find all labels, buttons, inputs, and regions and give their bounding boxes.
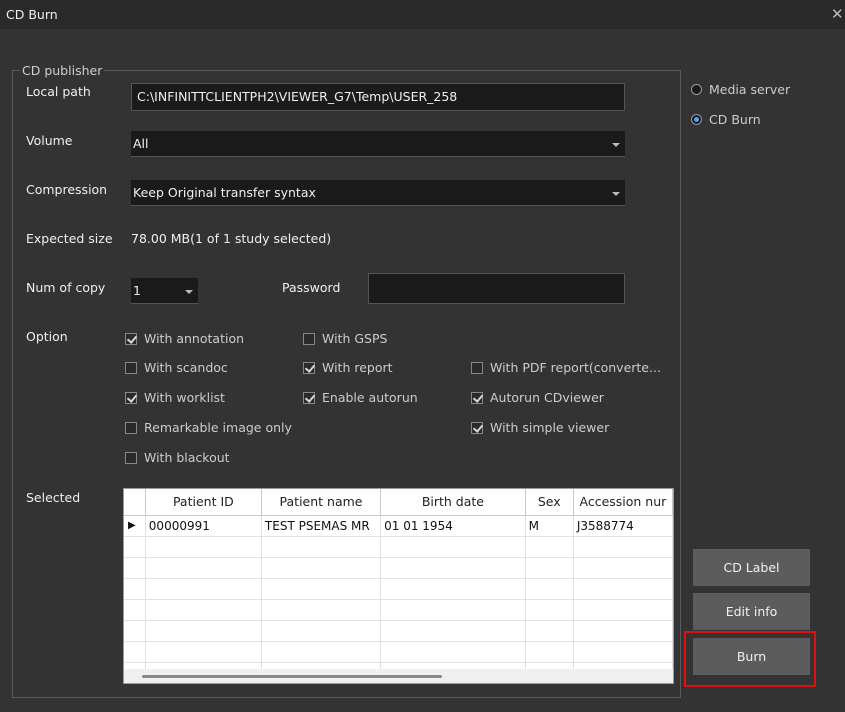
empty-row [124, 557, 673, 579]
selected-label: Selected [26, 490, 81, 505]
compression-label: Compression [26, 182, 108, 197]
chevron-down-icon [612, 143, 620, 147]
empty-row [124, 641, 673, 663]
password-label: Password [282, 280, 341, 295]
with-annotation-checkbox[interactable]: With annotation [125, 331, 244, 346]
header-sex[interactable]: Sex [525, 489, 574, 516]
empty-row [124, 536, 673, 558]
option-label: Option [26, 329, 68, 344]
with-worklist-checkbox[interactable]: With worklist [125, 390, 225, 405]
checkbox-checked-icon [125, 391, 137, 404]
checkbox-checked-icon [303, 361, 315, 374]
empty-row [124, 599, 673, 621]
row-indicator-icon: ▶ [124, 515, 146, 537]
volume-label: Volume [26, 133, 73, 148]
close-icon[interactable]: ✕ [831, 5, 845, 23]
cell-patient-id: 00000991 [145, 515, 262, 537]
header-indicator [124, 489, 146, 516]
edit-info-button[interactable]: Edit info [693, 593, 810, 630]
expected-size-value: 78.00 MB(1 of 1 study selected) [131, 231, 332, 246]
with-pdf-report-checkbox[interactable]: With PDF report(converte... [471, 360, 661, 375]
cd-burn-radio[interactable]: CD Burn [691, 112, 761, 127]
autorun-cdviewer-checkbox[interactable]: Autorun CDviewer [471, 390, 604, 405]
radio-unselected-icon [691, 84, 702, 95]
cd-publisher-title: CD publisher [20, 63, 105, 78]
selected-studies-grid: Patient ID Patient name Birth date Sex A… [123, 488, 674, 684]
header-birth-date[interactable]: Birth date [380, 489, 526, 516]
checkbox-unchecked-icon [471, 361, 483, 374]
checkbox-checked-icon [303, 391, 315, 404]
checkbox-unchecked-icon [303, 332, 315, 345]
volume-select[interactable]: All [131, 131, 625, 157]
checkbox-unchecked-icon [125, 451, 137, 464]
grid-header-row: Patient ID Patient name Birth date Sex A… [124, 489, 673, 516]
password-field[interactable] [368, 273, 625, 304]
media-server-radio[interactable]: Media server [691, 82, 790, 97]
checkbox-checked-icon [471, 421, 483, 434]
num-of-copy-select[interactable]: 1 [131, 278, 198, 304]
with-report-checkbox[interactable]: With report [303, 360, 393, 375]
expected-size-label: Expected size [26, 231, 113, 246]
checkbox-checked-icon [471, 391, 483, 404]
compression-select[interactable]: Keep Original transfer syntax [131, 180, 625, 206]
remarkable-image-only-checkbox[interactable]: Remarkable image only [125, 420, 292, 435]
checkbox-unchecked-icon [125, 421, 137, 434]
cell-patient-name: TEST PSEMAS MR [261, 515, 382, 537]
header-accession-number[interactable]: Accession nur [573, 489, 673, 516]
with-scandoc-checkbox[interactable]: With scandoc [125, 360, 228, 375]
compression-value: Keep Original transfer syntax [133, 185, 316, 200]
burn-button-highlight [684, 631, 816, 687]
scrollbar-thumb[interactable] [142, 675, 442, 678]
volume-value: All [133, 136, 149, 151]
radio-selected-icon [691, 114, 702, 125]
cd-label-button[interactable]: CD Label [693, 549, 810, 586]
local-path-field[interactable]: C:\INFINITTCLIENTPH2\VIEWER_G7\Temp\USER… [131, 83, 625, 111]
title-bar: CD Burn ✕ [0, 0, 845, 29]
num-of-copy-value: 1 [133, 283, 141, 298]
chevron-down-icon [185, 290, 193, 294]
empty-row [124, 578, 673, 600]
num-of-copy-label: Num of copy [26, 280, 106, 295]
local-path-label: Local path [26, 84, 91, 99]
horizontal-scrollbar[interactable] [124, 669, 673, 683]
header-patient-name[interactable]: Patient name [261, 489, 382, 516]
checkbox-unchecked-icon [125, 361, 137, 374]
cell-accession-number: J3588774 [573, 515, 673, 537]
window-title: CD Burn [6, 7, 58, 22]
empty-row [124, 620, 673, 642]
with-blackout-checkbox[interactable]: With blackout [125, 450, 230, 465]
header-patient-id[interactable]: Patient ID [145, 489, 262, 516]
cell-sex: M [525, 515, 574, 537]
chevron-down-icon [612, 192, 620, 196]
table-row[interactable]: ▶ 00000991 TEST PSEMAS MR 01 01 1954 M J… [124, 515, 673, 537]
checkbox-checked-icon [125, 332, 137, 345]
with-simple-viewer-checkbox[interactable]: With simple viewer [471, 420, 609, 435]
enable-autorun-checkbox[interactable]: Enable autorun [303, 390, 418, 405]
cell-birth-date: 01 01 1954 [380, 515, 526, 537]
with-gsps-checkbox[interactable]: With GSPS [303, 331, 387, 346]
